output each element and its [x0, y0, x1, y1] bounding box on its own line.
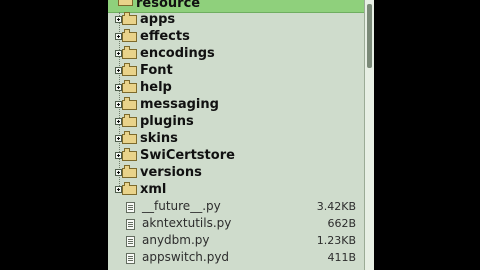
file-icon	[126, 253, 135, 264]
folder-icon	[122, 80, 137, 93]
file-tree-panel: resource apps effects encodings Font hel…	[108, 0, 374, 270]
file-size: 3.42KB	[316, 200, 356, 213]
folder-icon	[118, 0, 133, 6]
tree-item-label: versions	[140, 165, 202, 180]
folder-icon	[122, 46, 137, 59]
folder-icon	[122, 182, 137, 195]
tree-item-font[interactable]: Font	[108, 62, 364, 79]
expand-icon[interactable]	[115, 50, 122, 57]
expand-icon[interactable]	[115, 16, 122, 23]
expand-icon[interactable]	[115, 186, 122, 193]
expand-icon[interactable]	[115, 84, 122, 91]
tree-item-label: xml	[140, 182, 167, 197]
file-item[interactable]: __future__.py 3.42KB	[108, 198, 364, 215]
expand-icon[interactable]	[115, 101, 122, 108]
tree-item-apps[interactable]: apps	[108, 11, 364, 28]
file-size: 411B	[327, 251, 356, 264]
file-name: akntextutils.py	[142, 216, 232, 230]
tree-item-label: messaging	[140, 97, 219, 112]
tree-item-help[interactable]: help	[108, 79, 364, 96]
file-name: anydbm.py	[142, 233, 210, 247]
tree-item-xml[interactable]: xml	[108, 181, 364, 198]
tree-item-label: plugins	[140, 114, 194, 129]
file-size: 662B	[327, 217, 356, 230]
file-icon	[126, 202, 135, 213]
file-item[interactable]: appswitch.pyd 411B	[108, 249, 364, 266]
file-size: 1.23KB	[316, 234, 356, 247]
folder-icon	[122, 165, 137, 178]
expand-icon[interactable]	[115, 169, 122, 176]
folder-icon	[122, 63, 137, 76]
file-name: appswitch.pyd	[142, 250, 230, 264]
tree-item-label: Font	[140, 63, 173, 78]
tree-item-messaging[interactable]: messaging	[108, 96, 364, 113]
file-icon	[126, 236, 135, 247]
folder-icon	[122, 97, 137, 110]
tree-item-swicertstore[interactable]: SwiCertstore	[108, 147, 364, 164]
scroll-thumb[interactable]	[367, 4, 372, 68]
tree-item-encodings[interactable]: encodings	[108, 45, 364, 62]
folder-icon	[122, 114, 137, 127]
expand-icon[interactable]	[115, 135, 122, 142]
expand-icon[interactable]	[115, 67, 122, 74]
file-name: __future__.py	[142, 199, 221, 213]
tree-item-label: effects	[140, 29, 190, 44]
tree-item-label: skins	[140, 131, 178, 146]
tree-item-label: encodings	[140, 46, 215, 61]
expand-icon[interactable]	[115, 118, 122, 125]
expand-icon[interactable]	[115, 33, 122, 40]
file-item[interactable]: akntextutils.py 662B	[108, 215, 364, 232]
folder-icon	[122, 29, 137, 42]
file-icon	[126, 219, 135, 230]
tree-item-plugins[interactable]: plugins	[108, 113, 364, 130]
tree-item-effects[interactable]: effects	[108, 28, 364, 45]
file-item[interactable]: anydbm.py 1.23KB	[108, 232, 364, 249]
folder-icon	[122, 12, 137, 25]
tree-item-label: apps	[140, 12, 176, 27]
tree-item-label: help	[140, 80, 172, 95]
tree-item-versions[interactable]: versions	[108, 164, 364, 181]
folder-icon	[122, 148, 137, 161]
vertical-scrollbar[interactable]	[364, 0, 374, 270]
tree-item-skins[interactable]: skins	[108, 130, 364, 147]
tree-item-label: SwiCertstore	[140, 148, 235, 163]
tree-item-label: resource	[136, 0, 201, 11]
folder-icon	[122, 131, 137, 144]
expand-icon[interactable]	[115, 152, 122, 159]
